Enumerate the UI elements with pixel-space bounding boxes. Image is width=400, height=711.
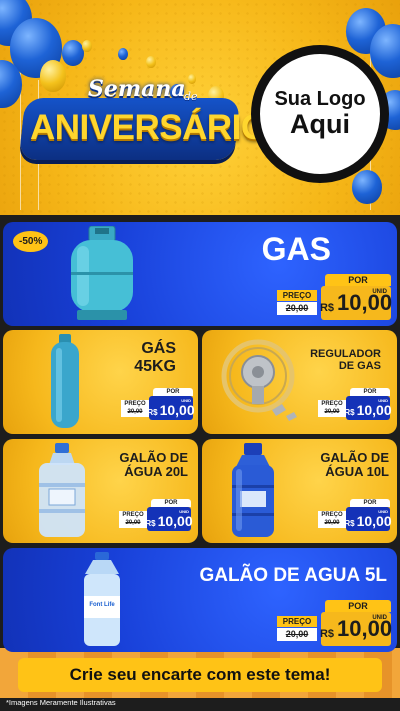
unit-label: UNID	[378, 398, 388, 403]
unit-label: UNID	[372, 289, 387, 295]
old-price: 20,00	[119, 519, 147, 528]
balloon-icon	[146, 56, 156, 68]
price-value: 10,00	[356, 402, 392, 418]
gas-cylinder-icon	[71, 226, 133, 320]
por-label: POR	[153, 388, 193, 396]
price-tag: POR PREÇO 20,00 R$ 10,00 UNID	[277, 600, 393, 646]
product-card-galao10: GALÃO DE ÁGUA 10L POR PREÇO 20,00 R$ 10,…	[202, 439, 397, 543]
unit-label: UNID	[372, 615, 387, 621]
currency: R$	[145, 519, 156, 528]
old-price: 20,00	[121, 408, 149, 417]
unit-label: UNID	[378, 509, 388, 514]
old-price: 20,00	[277, 302, 317, 315]
balloon-icon	[62, 40, 84, 66]
currency: R$	[344, 408, 355, 417]
old-price: 20,00	[318, 519, 346, 528]
currency: R$	[319, 302, 334, 314]
old-price: 20,00	[277, 628, 317, 641]
preco-label: PREÇO	[318, 400, 346, 408]
balloon-icon	[82, 40, 92, 52]
water-jug-10l-icon	[232, 443, 274, 537]
title-semana: Semana	[88, 76, 186, 102]
new-price: R$ 10,00 UNID	[147, 396, 195, 420]
product-card-gas: -50% GAS POR PREÇO 20,00 R$ 10,00 UNID	[3, 222, 397, 326]
price-tag: POR PREÇO 20,00 R$ 10,00 UNID	[318, 499, 392, 531]
preco-label: PREÇO	[119, 511, 147, 519]
unit-label: UNID	[181, 398, 191, 403]
price-value: 10,00	[337, 616, 393, 641]
product-card-regulador: REGULADOR DE GAS POR PREÇO 20,00 R$ 10,0…	[202, 330, 397, 434]
price-tag: POR PREÇO 20,00 R$ 10,00 UNID	[119, 499, 193, 531]
product-name: GALÃO DE ÁGUA 20L	[119, 450, 188, 480]
new-price: R$ 10,00 UNID	[319, 286, 393, 320]
product-name: GALÃO DE ÁGUA 10L	[320, 450, 389, 480]
por-label: POR	[350, 388, 390, 396]
new-price: R$ 10,00 UNID	[319, 612, 393, 646]
price-value: 10,00	[159, 402, 195, 418]
water-bottle-5l-icon: Font Life	[84, 552, 120, 646]
product-card-galao20: GALÃO DE ÁGUA 20L POR PREÇO 20,00 R$ 10,…	[3, 439, 198, 543]
preco-label: PREÇO	[121, 400, 149, 408]
old-price: 20,00	[318, 408, 346, 417]
product-card-galao5: Font Life GALÃO DE AGUA 5L POR PREÇO 20,…	[3, 548, 397, 652]
logo-placeholder: Sua Logo Aqui	[251, 45, 389, 183]
preco-label: PREÇO	[318, 511, 346, 519]
preco-label: PREÇO	[277, 616, 317, 627]
price-tag: POR PREÇO 20,00 R$ 10,00 UNID	[318, 388, 392, 420]
product-name: REGULADOR DE GAS	[310, 348, 381, 373]
tall-cylinder-icon	[51, 334, 79, 428]
anniversary-title: Semana de ANIVERSÁRIO	[10, 70, 268, 170]
header: Semana de ANIVERSÁRIO Sua Logo Aqui	[0, 0, 400, 215]
water-jug-20l-icon	[39, 443, 85, 537]
gas-regulator-icon	[221, 339, 297, 421]
price-tag: POR PREÇO 20,00 R$ 10,00 UNID	[277, 274, 393, 320]
logo-line2: Aqui	[290, 109, 350, 140]
price-value: 10,00	[356, 513, 392, 529]
por-label: POR	[151, 499, 191, 507]
footnote: *Imagens Meramente Ilustrativas	[6, 698, 116, 707]
currency: R$	[344, 519, 355, 528]
por-label: POR	[325, 274, 391, 286]
product-card-gas45: GÁS 45KG POR PREÇO 20,00 R$ 10,00 UNID	[3, 330, 198, 434]
currency: R$	[319, 628, 334, 640]
product-name: GALÃO DE AGUA 5L	[199, 565, 387, 586]
new-price: R$ 10,00 UNID	[344, 507, 392, 531]
currency: R$	[147, 408, 158, 417]
balloon-icon	[352, 170, 382, 204]
title-de: de	[184, 90, 198, 103]
product-name: GÁS 45KG	[134, 340, 176, 375]
price-value: 10,00	[157, 513, 193, 529]
promo-banner: Crie seu encarte com este tema!	[18, 658, 382, 692]
unit-label: UNID	[179, 509, 189, 514]
balloon-icon	[118, 48, 128, 60]
preco-label: PREÇO	[277, 290, 317, 301]
new-price: R$ 10,00 UNID	[145, 507, 193, 531]
new-price: R$ 10,00 UNID	[344, 396, 392, 420]
price-tag: POR PREÇO 20,00 R$ 10,00 UNID	[121, 388, 195, 420]
title-aniversario: ANIVERSÁRIO	[30, 108, 268, 147]
price-value: 10,00	[337, 290, 393, 315]
por-label: POR	[325, 600, 391, 612]
product-name: GAS	[261, 231, 331, 267]
discount-badge: -50%	[13, 231, 49, 252]
bottle-label: Font Life	[89, 602, 115, 608]
logo-line1: Sua Logo	[274, 88, 366, 111]
por-label: POR	[350, 499, 390, 507]
